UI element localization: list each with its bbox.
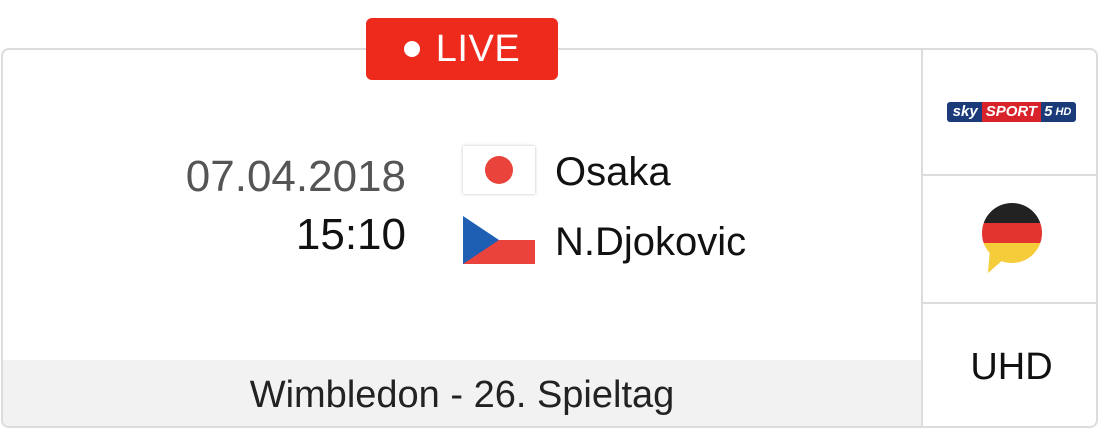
match-card[interactable]: 07.04.2018 15:10 Osaka N.Djokovic Wimble… [1, 48, 1098, 428]
match-date: 07.04.2018 [185, 152, 406, 201]
sky-sport-5-hd-logo: sky SPORT 5 HD [946, 102, 1077, 122]
competition-footer: Wimbledon - 26. Spieltag [3, 360, 921, 426]
live-badge: LIVE [366, 18, 558, 80]
quality-cell: UHD [923, 304, 1096, 426]
live-label: LIVE [435, 27, 521, 70]
broadcast-info-panel: sky SPORT 5 HD UHD [921, 50, 1096, 426]
match-time: 15:10 [295, 210, 406, 259]
czech-flag-icon [463, 216, 535, 264]
channel-cell: sky SPORT 5 HD [923, 50, 1096, 176]
quality-label: UHD [970, 345, 1053, 388]
german-flag-speech-bubble-icon [981, 203, 1042, 273]
player-2-name: N.Djokovic [555, 220, 747, 264]
live-dot-icon [403, 41, 420, 57]
japan-flag-icon [463, 146, 535, 194]
player-1-name: Osaka [555, 150, 671, 194]
language-cell [923, 176, 1096, 304]
competition-label: Wimbledon - 26. Spieltag [249, 373, 675, 416]
